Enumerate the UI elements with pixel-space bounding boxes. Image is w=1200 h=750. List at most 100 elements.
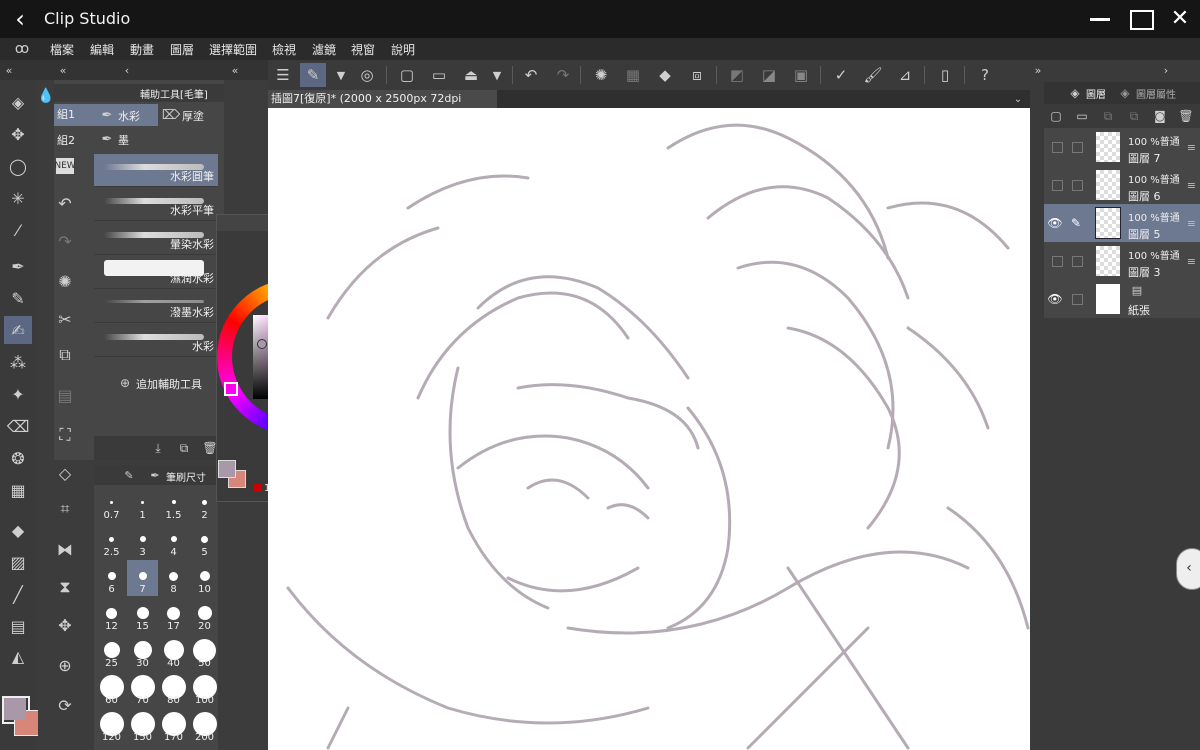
brush-size-option[interactable]: 200 [189, 708, 220, 744]
brush-size-option[interactable]: 80 [158, 671, 189, 707]
brush-size-option[interactable]: 1 [127, 486, 158, 522]
scissors-icon[interactable]: ✂ [56, 310, 74, 329]
brush-size-option[interactable]: 170 [158, 708, 189, 744]
transform-icon[interactable]: ▦ [620, 63, 646, 87]
zoom-icon[interactable]: ⊕ [56, 656, 74, 675]
menu-help[interactable]: 說明 [391, 41, 415, 58]
group-2[interactable]: 組2 [54, 130, 97, 152]
move-icon[interactable]: ✥ [4, 120, 32, 148]
open-folder-icon[interactable]: ▭ [426, 63, 452, 87]
select-all-icon[interactable]: ▣ [788, 63, 814, 87]
collapse-right-icon[interactable]: » [1032, 62, 1044, 78]
eye-icon[interactable]: 👁 [1047, 215, 1063, 231]
airbrush-icon[interactable]: ⁂ [4, 348, 32, 376]
visibility-checkbox[interactable] [1052, 256, 1063, 267]
brush-size-option[interactable]: 10 [189, 560, 220, 596]
brush-item[interactable]: 濕潤水彩 [94, 256, 218, 289]
menu-selection[interactable]: 選擇範圍 [209, 41, 257, 58]
brush-size-option[interactable]: 5 [189, 523, 220, 559]
brush-item[interactable]: 水彩 [94, 324, 218, 357]
brush-size-option[interactable]: 150 [127, 708, 158, 744]
menu-view[interactable]: 檢視 [272, 41, 296, 58]
smartphone-icon[interactable]: ▯ [932, 63, 958, 87]
redo-icon[interactable]: ↷ [56, 232, 74, 251]
paste-icon[interactable]: ▤ [56, 386, 74, 405]
merge-icon[interactable]: ⧉ [1100, 108, 1116, 124]
copy-icon[interactable]: ⧉ [56, 345, 74, 364]
layer-row[interactable]: 100 %普通 圖層 7 ≡ [1044, 128, 1200, 167]
side-scroll-handle[interactable]: ‹ [1176, 548, 1200, 590]
drag-handle-icon[interactable]: ≡ [1187, 179, 1196, 192]
tab-ink[interactable]: ✒ 墨 [96, 128, 158, 150]
visibility-checkbox[interactable] [1052, 142, 1063, 153]
clip-logo-icon[interactable]: ꝏ [12, 40, 32, 58]
brush-size-option[interactable]: 15 [127, 597, 158, 633]
brush-item[interactable]: 水彩平筆 [94, 188, 218, 221]
save-icon[interactable]: ⏏ [458, 63, 484, 87]
brush-size-option[interactable]: 17 [158, 597, 189, 633]
merge-down-icon[interactable]: ⧉ [1126, 108, 1142, 124]
rotate-icon[interactable]: ⟳ [56, 696, 74, 715]
main-color-chip[interactable] [218, 460, 236, 478]
menu-edit[interactable]: 編輯 [90, 41, 114, 58]
brush-size-option[interactable]: 8 [158, 560, 189, 596]
chevron-down-icon[interactable]: ⌄ [1010, 92, 1026, 106]
pen-icon[interactable]: ✒ [4, 252, 32, 280]
collapse-left-icon[interactable]: « [56, 62, 70, 78]
brush-size-option[interactable]: 1.5 [158, 486, 189, 522]
text-icon[interactable]: ◭ [4, 642, 32, 670]
crop-icon[interactable]: ⧈ [684, 63, 710, 87]
layer-row[interactable]: 👁 ▤ 紙張 [1044, 280, 1200, 319]
layer-select-icon[interactable]: ◈ [4, 88, 32, 116]
new-folder-icon[interactable]: ▭ [1074, 108, 1090, 124]
help-icon[interactable]: ? [972, 63, 998, 87]
lock-checkbox[interactable] [1072, 256, 1083, 267]
brush-item[interactable]: 暈染水彩 [94, 222, 218, 255]
download-icon[interactable]: ⤓ [150, 440, 166, 456]
brush-size-option[interactable]: 0.7 [96, 486, 127, 522]
frame-icon[interactable]: ▤ [4, 612, 32, 640]
menu-filter[interactable]: 濾鏡 [312, 41, 336, 58]
brush-size-option[interactable]: 70 [127, 671, 158, 707]
duplicate-icon[interactable]: ⧉ [176, 440, 192, 456]
trash-icon[interactable]: 🗑 [1178, 108, 1194, 124]
fill-icon[interactable]: ◆ [652, 63, 678, 87]
flip-vertical-icon[interactable]: ⧗ [56, 577, 74, 596]
close-icon[interactable]: ✕ [1168, 6, 1192, 31]
brush-size-option[interactable]: 50 [189, 634, 220, 670]
group-1[interactable]: 組1 [54, 104, 97, 126]
decoration-icon[interactable]: ✦ [4, 380, 32, 408]
blend-icon[interactable]: ❂ [4, 444, 32, 472]
tab-layer-property[interactable]: 圖層屬性 [1136, 86, 1176, 101]
add-subtool-button[interactable]: ⊕ 追加輔助工具 [118, 376, 218, 392]
hue-cursor[interactable] [224, 382, 238, 396]
pen-line-icon[interactable]: ✓ [828, 63, 854, 87]
invert-selection-icon[interactable]: ◪ [756, 63, 782, 87]
clip-studio-icon[interactable]: ◎ [354, 63, 380, 87]
layer-row[interactable]: 👁 ✎ 100 %普通 圖層 5 ≡ [1044, 204, 1200, 243]
lasso-icon[interactable]: ◯ [4, 152, 32, 180]
new-layer-icon[interactable]: ▢ [1048, 108, 1064, 124]
brush-size-option[interactable]: 7 [127, 560, 158, 596]
eye-icon[interactable]: 👁 [1047, 291, 1063, 307]
mask-icon[interactable]: ◙ [1152, 108, 1168, 124]
pencil-icon[interactable]: ✎ [1068, 215, 1084, 231]
layer-row[interactable]: 100 %普通 圖層 3 ≡ [1044, 242, 1200, 281]
brush-size-option[interactable]: 3 [127, 523, 158, 559]
eyedropper-icon[interactable]: ⁄ [4, 216, 32, 244]
brush-size-option[interactable]: 2.5 [96, 523, 127, 559]
line-icon[interactable]: ╱ [4, 580, 32, 608]
pencil-icon[interactable]: ✎ [4, 284, 32, 312]
fill-tool-icon[interactable]: ◆ [4, 516, 32, 544]
loading-icon[interactable]: ✺ [56, 272, 74, 291]
brush-tool-icon[interactable]: ✍ [4, 316, 32, 344]
layer-row[interactable]: 100 %普通 圖層 6 ≡ [1044, 166, 1200, 205]
tab-watercolor[interactable]: ✒ 水彩 [96, 104, 158, 126]
brush-size-option[interactable]: 40 [158, 634, 189, 670]
undo-icon[interactable]: ↶ [518, 63, 544, 87]
new-file-icon[interactable]: ▢ [394, 63, 420, 87]
canvas-paper[interactable] [268, 108, 1030, 750]
collapse-right-icon[interactable]: › [1160, 62, 1172, 78]
lock-checkbox[interactable] [1072, 294, 1083, 305]
brush-size-option[interactable]: 12 [96, 597, 127, 633]
